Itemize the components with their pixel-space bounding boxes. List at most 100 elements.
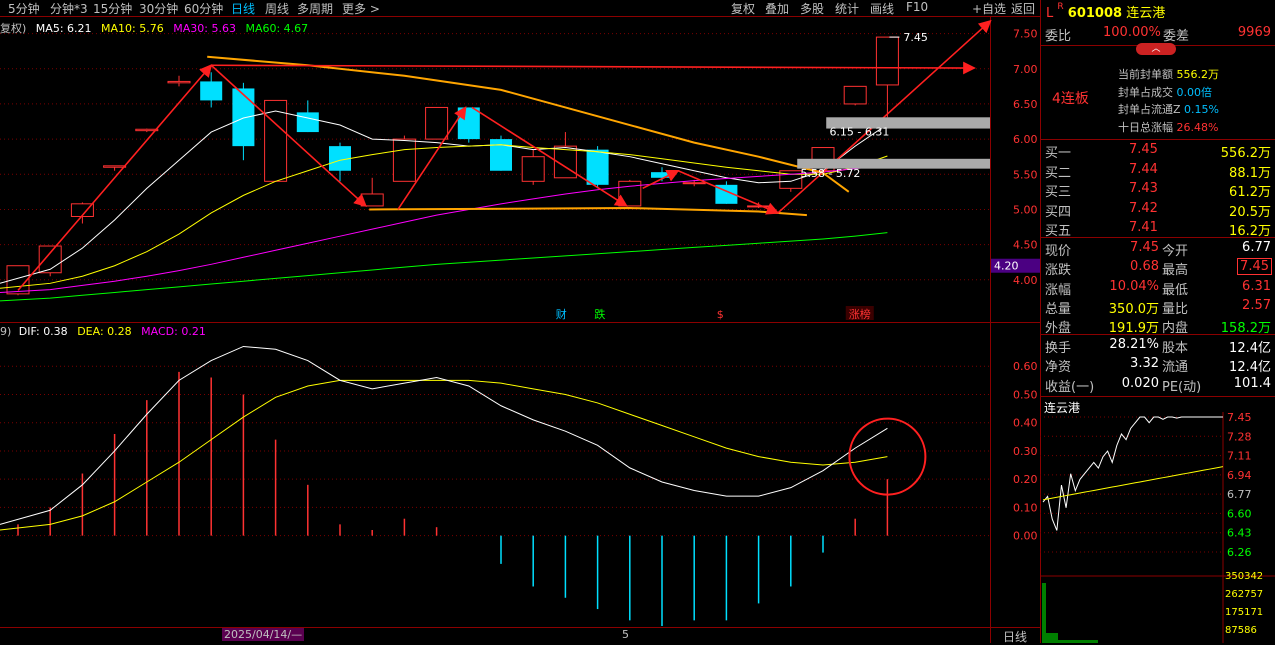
bid-price: 7.43 [1129,181,1158,196]
bid-volume: 61.2万 [1229,185,1271,200]
bid-price: 7.45 [1129,142,1158,157]
ma10-legend: MA10: 5.76 [101,22,164,35]
price-tick-label: 6.00 [1013,133,1038,146]
intraday-mini-chart[interactable]: 7.45 7.28 7.11 6.94 6.77 6.60 6.43 6.26 350342 26… [1040,412,1275,643]
candle-body [232,88,255,147]
candle-body [490,139,512,171]
macd-tick-label: 0.20 [1013,473,1038,486]
ma5-name: MA5 [35,22,60,35]
price-tick-label: 4.50 [1013,239,1038,252]
stat2-row: 换手 28.21% 股本 12.4亿 [1045,337,1275,356]
bid-row[interactable]: 买四 7.42 20.5万 [1045,201,1275,220]
r-badge: R [1057,2,1064,12]
high-label: 7.45 [903,31,928,44]
macd-tick-label: 0.40 [1013,417,1038,430]
dif-legend: DIF: 0.38 [18,325,68,338]
bid-price: 7.44 [1129,161,1158,177]
period-label: 日线 [1003,630,1028,644]
stat-value: 28.21% [1109,337,1159,352]
legend-prefix: 复权) [0,22,27,35]
stat-label: 换手 [1045,341,1072,356]
seal-value-2: 0.00倍 [1176,85,1213,99]
seal-row-4: 十日总涨幅 26.48% [1118,119,1219,137]
ma30-value: 5.63 [211,22,236,35]
event-label: 涨榜 [849,307,871,321]
stat-row: 涨跌 0.68 最高 7.45 [1045,258,1275,279]
prefix-label: L [1046,6,1054,21]
bid-label: 买四 [1045,204,1072,220]
macd-tick-label: 0.50 [1013,388,1038,401]
stat-row: 总量 350.0万 量比 2.57 [1045,298,1275,317]
candle-body [296,112,319,133]
zone-label-1: 6.15 - 6.31 [829,126,889,139]
stat-label: 最低 [1162,282,1189,298]
stock-code[interactable]: 601008 [1068,6,1122,21]
event-label: 财 [556,307,567,321]
stat-label: 总量 [1045,301,1072,317]
stat-value: 101.4 [1233,375,1271,391]
ma5-legend: MA5: 6.21 [35,22,92,35]
ma30-name: MA30 [173,22,205,35]
date-axis-label: 2025/04/14/— [222,628,305,641]
weicha-label: 委差 [1163,29,1190,44]
stat-label: 股本 [1162,341,1189,356]
support-trendline [369,207,807,217]
stat-label: 最高 [1162,263,1189,279]
stat-value: 3.32 [1130,356,1159,372]
seal-row-2: 封单占成交 0.00倍 [1118,84,1219,102]
stat-value: 12.4亿 [1229,360,1271,376]
expand-toggle[interactable]: ︿ [1136,43,1176,55]
candle-body [457,107,480,140]
macd-legend-prefix: 9) [0,325,12,338]
weibi-label: 委比 [1045,29,1072,44]
bid-price: 7.42 [1129,200,1158,216]
mini-price-label: 6.43 [1227,527,1252,540]
mini-avg-line [1042,466,1224,501]
candle-body [425,106,449,140]
bid-row[interactable]: 买三 7.43 61.2万 [1045,181,1275,200]
stat-row: 涨幅 10.04% 最低 6.31 [1045,279,1275,298]
stat-label: 净资 [1045,360,1072,376]
bid-label: 买三 [1045,185,1072,200]
candle-body [167,80,191,84]
weibi-row: 委比 100.00% 委差 9969 [1045,25,1275,44]
candle-body [521,156,545,182]
weibi-value: 100.00% [1103,25,1161,40]
bid-volume: 88.1万 [1229,165,1271,181]
dif-value: 0.38 [43,325,68,338]
bid-volume: 556.2万 [1220,146,1271,161]
candle-body [682,182,706,185]
candle-body [747,205,771,208]
stat-value: 350.0万 [1108,301,1159,317]
mini-price-label: 7.28 [1227,430,1252,443]
ma10-line [0,144,888,289]
bid-label: 买二 [1045,165,1072,181]
ma60-line [0,232,888,302]
stat2-row: 净资 3.32 流通 12.4亿 [1045,356,1275,375]
stat-value: 7.45 [1130,240,1159,255]
ma10-value: 5.76 [139,22,164,35]
mini-price-label: 6.94 [1227,469,1252,482]
price-tick-label: 4.00 [1013,274,1038,287]
bid-row[interactable]: 买一 7.45 556.2万 [1045,142,1275,161]
ma-legend: 复权) MA5: 6.21 MA10: 5.76 MA30: 5.63 MA60… [0,20,308,36]
macd-legend: 9) DIF: 0.38 DEA: 0.28 MACD: 0.21 [0,325,206,338]
divider [1041,334,1275,335]
candle-body [392,138,416,182]
stat-value: 6.77 [1242,240,1271,255]
stat-value: 6.31 [1242,278,1271,294]
price-tick-label: 7.00 [1013,63,1038,76]
bid-row[interactable]: 买二 7.44 88.1万 [1045,162,1275,181]
kline-chart-area[interactable]: 6.15 - 6.31 5.58 - 5.72 7.45 4.20 财 跌 $ 涨榜 4.00… [0,0,1040,643]
dea-legend: DEA: 0.28 [77,325,132,338]
stat-value: 0.68 [1130,259,1159,275]
stock-name[interactable]: 连云港 [1126,6,1165,21]
dea-line [0,379,888,531]
dea-value: 0.28 [107,325,132,338]
mini-volume-label: 175171 [1225,607,1263,618]
stock-header: L R 601008 连云港 [1046,2,1165,21]
ma60-name: MA60 [245,22,277,35]
seal-label-4: 十日总涨幅 [1118,120,1173,134]
seal-value-1: 556.2万 [1176,68,1220,81]
macd-value: 0.21 [181,325,206,338]
